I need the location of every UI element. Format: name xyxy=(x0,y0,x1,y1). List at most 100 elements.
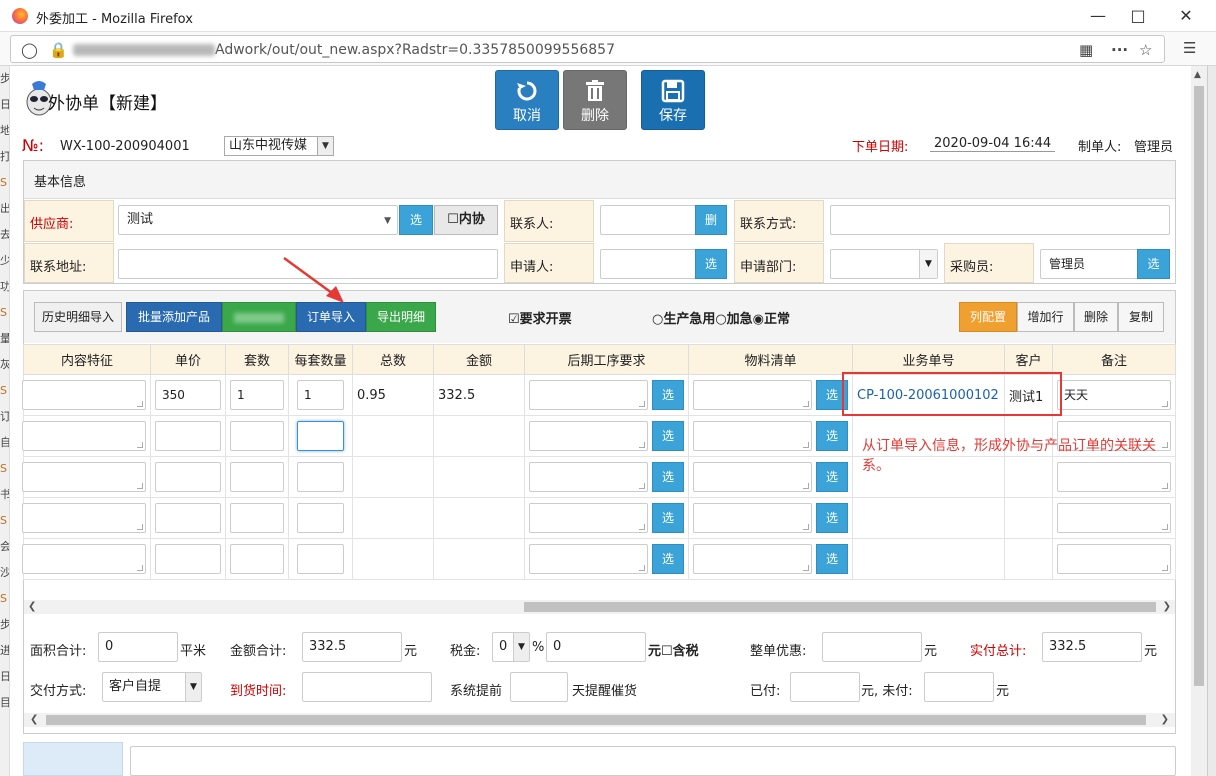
sets-input[interactable] xyxy=(230,503,284,533)
save-button[interactable]: 保存 xyxy=(641,70,705,130)
price-input[interactable] xyxy=(155,544,221,574)
minimize-icon[interactable]: — xyxy=(1078,4,1118,28)
material-list-input[interactable] xyxy=(693,380,812,410)
remark-input[interactable] xyxy=(1057,503,1171,533)
area-total-input[interactable]: 0 xyxy=(98,632,178,662)
unpaid-input[interactable] xyxy=(924,672,994,702)
sets-input[interactable]: 1 xyxy=(230,380,284,410)
table-horizontal-scrollbar[interactable]: ❮ ❯ xyxy=(24,600,1175,614)
page-scroll-thumb[interactable] xyxy=(1194,86,1204,686)
contact-input[interactable] xyxy=(600,205,696,235)
remind-days-input[interactable] xyxy=(510,672,568,702)
feature-input[interactable] xyxy=(22,544,146,574)
page-vertical-scrollbar[interactable]: ▲ xyxy=(1191,66,1207,776)
scroll-left-icon[interactable]: ❮ xyxy=(30,713,38,727)
bottom-textarea[interactable] xyxy=(130,746,1176,776)
feature-input[interactable] xyxy=(22,421,146,451)
url-field[interactable]: ◯ 🔒 Adwork/out/out_new.aspx?Radstr=0.335… xyxy=(10,35,1165,63)
footer-scroll-thumb[interactable] xyxy=(46,715,1146,725)
delivery-select[interactable]: 客户自提 ▼ xyxy=(102,672,202,702)
more-actions-icon[interactable]: ··· xyxy=(1111,41,1128,59)
batch-add-button[interactable]: 批量添加产品 xyxy=(126,302,222,332)
process-choose-button[interactable]: 选 xyxy=(652,503,684,533)
scroll-right-icon[interactable]: ❯ xyxy=(1161,713,1169,727)
menu-icon[interactable]: ☰ xyxy=(1183,39,1196,57)
sets-input[interactable] xyxy=(230,462,284,492)
internal-checkbox[interactable]: ☐内协 xyxy=(434,205,498,235)
address-input[interactable] xyxy=(118,249,498,279)
amount-total-input[interactable]: 332.5 xyxy=(302,632,402,662)
dept-select[interactable]: ▼ xyxy=(830,249,938,279)
arrival-time-input[interactable] xyxy=(302,672,432,702)
per-set-input[interactable]: 1 xyxy=(297,380,344,410)
company-select[interactable]: 山东中视传媒 ▼ xyxy=(224,136,334,156)
material-list-input[interactable] xyxy=(693,462,812,492)
copy-row-button[interactable]: 复制 xyxy=(1118,302,1164,332)
discount-input[interactable] xyxy=(822,632,922,662)
require-invoice-checkbox[interactable]: ☑要求开票 xyxy=(508,308,572,327)
supplier-select[interactable]: 测试 ▼ xyxy=(118,205,398,235)
delete-button[interactable]: 删除 xyxy=(563,70,627,130)
supplier-choose-button[interactable]: 选 xyxy=(399,205,433,235)
remark-input[interactable] xyxy=(1057,544,1171,574)
insecure-lock-icon[interactable]: 🔒 xyxy=(49,41,68,59)
process-requirement-input[interactable] xyxy=(529,380,648,410)
material-list-input[interactable] xyxy=(693,544,812,574)
applicant-input[interactable] xyxy=(600,249,696,279)
sets-input[interactable] xyxy=(230,421,284,451)
per-set-input[interactable] xyxy=(297,462,344,492)
price-input[interactable]: 350 xyxy=(155,380,221,410)
bookmark-star-icon[interactable]: ☆ xyxy=(1139,41,1152,59)
process-requirement-input[interactable] xyxy=(529,462,648,492)
shield-icon[interactable]: ◯ xyxy=(21,41,38,59)
buyer-choose-button[interactable]: 选 xyxy=(1137,249,1170,279)
maximize-icon[interactable]: □ xyxy=(1118,4,1158,28)
contact-method-input[interactable] xyxy=(830,205,1170,235)
feature-input[interactable] xyxy=(22,462,146,492)
feature-input[interactable] xyxy=(22,380,146,410)
material-list-input[interactable] xyxy=(693,421,812,451)
price-input[interactable] xyxy=(155,503,221,533)
table-scroll-thumb[interactable] xyxy=(524,602,1156,612)
tax-included-checkbox[interactable]: 元☐含税 xyxy=(648,640,699,659)
process-choose-button[interactable]: 选 xyxy=(652,544,684,574)
material-choose-button[interactable]: 选 xyxy=(816,544,848,574)
process-choose-button[interactable]: 选 xyxy=(652,462,684,492)
history-import-button[interactable]: 历史明细导入 xyxy=(34,302,122,332)
material-choose-button[interactable]: 选 xyxy=(816,421,848,451)
qr-code-icon[interactable]: ▦ xyxy=(1079,41,1093,59)
process-choose-button[interactable]: 选 xyxy=(652,380,684,410)
close-icon[interactable]: ✕ xyxy=(1166,4,1206,28)
material-choose-button[interactable]: 选 xyxy=(816,503,848,533)
column-config-button[interactable]: 列配置 xyxy=(959,302,1017,332)
price-input[interactable] xyxy=(155,421,221,451)
per-set-input[interactable] xyxy=(297,421,344,451)
contact-delete-button[interactable]: 删 xyxy=(695,205,727,235)
remark-input[interactable]: 天天 xyxy=(1057,380,1171,410)
footer-horizontal-scrollbar[interactable]: ❮ ❯ xyxy=(24,713,1175,727)
tax-value-input[interactable]: 0 xyxy=(546,632,646,662)
feature-input[interactable] xyxy=(22,503,146,533)
tax-rate-select[interactable]: 0 ▼ xyxy=(492,632,530,662)
buyer-input[interactable]: 管理员 xyxy=(1040,249,1138,279)
actual-total-input[interactable]: 332.5 xyxy=(1042,632,1142,662)
cancel-button[interactable]: 取消 xyxy=(495,70,559,130)
per-set-input[interactable] xyxy=(297,544,344,574)
redacted-button[interactable] xyxy=(222,302,296,332)
material-list-input[interactable] xyxy=(693,503,812,533)
order-import-button[interactable]: 订单导入 xyxy=(296,302,366,332)
process-requirement-input[interactable] xyxy=(529,544,648,574)
scroll-left-icon[interactable]: ❮ xyxy=(28,600,36,614)
applicant-choose-button[interactable]: 选 xyxy=(695,249,727,279)
delete-row-button[interactable]: 删除 xyxy=(1074,302,1118,332)
order-date-value[interactable]: 2020-09-04 16:44 xyxy=(930,136,1056,152)
per-set-input[interactable] xyxy=(297,503,344,533)
urgency-radio-group[interactable]: ○生产急用○加急◉正常 xyxy=(652,308,790,327)
scroll-right-icon[interactable]: ❯ xyxy=(1163,600,1171,614)
paid-input[interactable] xyxy=(790,672,860,702)
process-requirement-input[interactable] xyxy=(529,503,648,533)
sets-input[interactable] xyxy=(230,544,284,574)
add-row-button[interactable]: 增加行 xyxy=(1017,302,1074,332)
price-input[interactable] xyxy=(155,462,221,492)
scroll-up-icon[interactable]: ▲ xyxy=(1194,70,1201,80)
